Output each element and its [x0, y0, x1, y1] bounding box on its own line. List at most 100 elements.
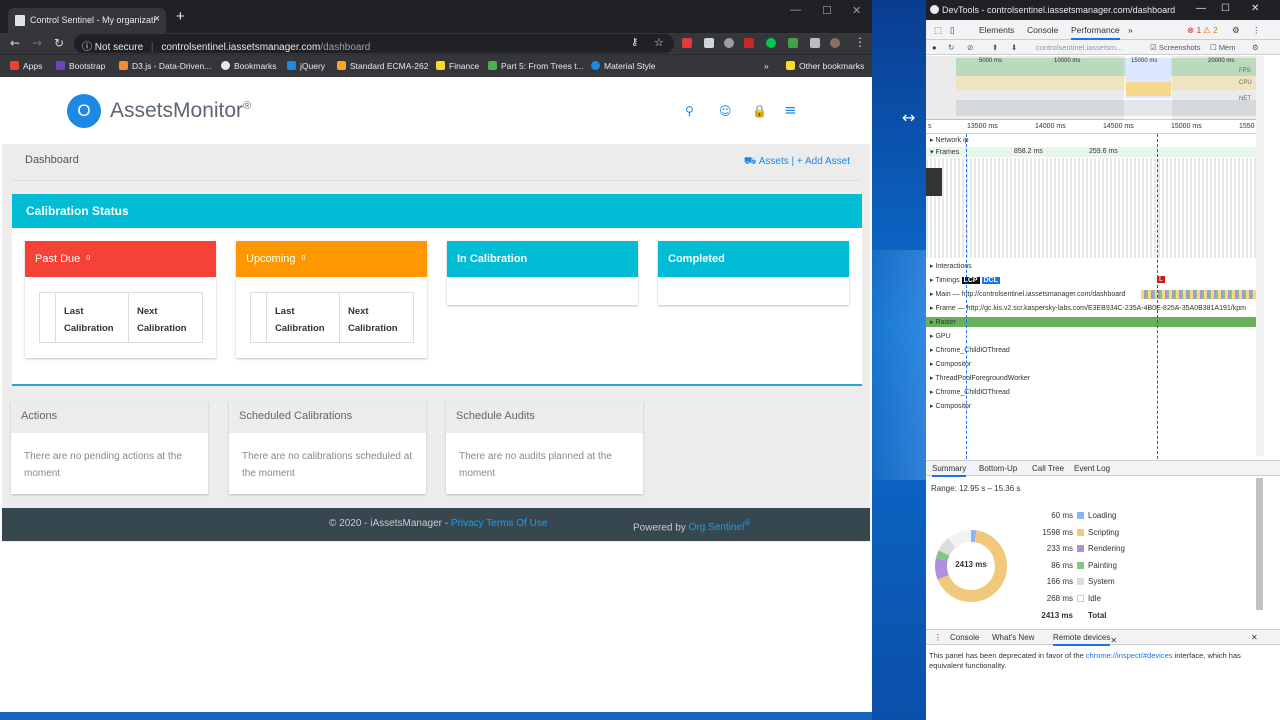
extension-icon[interactable] — [744, 38, 754, 48]
drawer-tab-remote-devices[interactable]: Remote devices ✕ — [1053, 633, 1117, 646]
frames-track[interactable]: ▾ Frames — [930, 148, 959, 156]
tab-event-log[interactable]: Event Log — [1074, 464, 1110, 473]
summary-scrollbar[interactable] — [1256, 478, 1263, 610]
load-marker[interactable]: L — [1157, 276, 1165, 283]
in-calibration-header[interactable]: In Calibration — [447, 241, 638, 277]
back-icon[interactable]: ← — [10, 36, 20, 50]
browser-tab[interactable]: Control Sentinel - My organizati × — [8, 8, 166, 33]
forward-icon[interactable]: → — [32, 36, 42, 50]
basket-icon[interactable]: ⛟ — [744, 156, 757, 167]
upcoming-header[interactable]: Upcoming 0 — [236, 241, 427, 277]
minimize-icon[interactable]: — — [1196, 3, 1206, 14]
assets-link[interactable]: Assets — [759, 156, 789, 167]
info-icon[interactable]: ⓘ — [82, 42, 95, 53]
extension-icon[interactable] — [766, 38, 776, 48]
panel-title: Actions — [11, 401, 208, 433]
extension-icon[interactable] — [788, 38, 798, 48]
reload-icon[interactable]: ↻ — [54, 36, 64, 50]
maximize-icon[interactable]: ☐ — [1221, 3, 1230, 14]
network-track[interactable]: ▸ Network ip — [930, 136, 969, 144]
recording-selector[interactable]: controlsentinel.iassetsm... — [1036, 43, 1122, 52]
bookmark-jquery[interactable]: jQuery — [287, 61, 325, 71]
bookmark-part5[interactable]: Part 5: From Trees t... — [488, 61, 584, 71]
upcoming-table: Last Calibration Next Calibration — [250, 292, 414, 343]
more-tabs-icon[interactable]: » — [1128, 25, 1133, 35]
reload-record-icon[interactable]: ↻ — [948, 43, 954, 52]
star-icon[interactable]: ☆ — [654, 36, 664, 49]
terms-link[interactable]: Terms Of Use — [486, 518, 547, 529]
more-bookmarks-icon[interactable]: » — [764, 61, 769, 71]
tab-bottom-up[interactable]: Bottom-Up — [979, 464, 1017, 473]
capture-settings-icon[interactable]: ⚙ — [1252, 43, 1259, 52]
timeline-scrollbar[interactable] — [1256, 56, 1264, 456]
drawer-tab-console[interactable]: Console — [950, 633, 979, 642]
completed-header[interactable]: Completed — [658, 241, 849, 277]
bookmark-bookmarks[interactable]: Bookmarks — [221, 61, 277, 71]
tab-elements[interactable]: Elements — [979, 25, 1014, 35]
lock-icon[interactable]: 🔒 — [752, 104, 767, 118]
new-tab-button[interactable]: + — [176, 8, 185, 25]
drawer-tab-whats-new[interactable]: What's New — [992, 633, 1034, 642]
tab-call-tree[interactable]: Call Tree — [1032, 464, 1064, 473]
address-bar[interactable]: ⓘ Not secure | controlsentinel.iassetsma… — [74, 34, 674, 53]
hamburger-menu-icon[interactable]: ≡ — [784, 101, 797, 119]
past-due-header[interactable]: Past Due 0 — [25, 241, 216, 277]
add-asset-link[interactable]: Add Asset — [805, 156, 850, 167]
tab-summary[interactable]: Summary — [932, 464, 967, 477]
timeline-overview[interactable]: 5000 ms 10000 ms 15000 ms 20000 ms FPS C… — [926, 56, 1256, 120]
key-icon[interactable]: ⚷ — [631, 37, 638, 48]
angular-extension-icon[interactable] — [682, 38, 692, 48]
search-icon[interactable]: ⚲ — [685, 104, 694, 118]
bookmark-d3[interactable]: D3.js - Data-Driven... — [119, 61, 211, 71]
tab-console[interactable]: Console — [1027, 25, 1058, 35]
menu-dots-icon[interactable]: ⋮ — [1252, 25, 1261, 36]
record-icon[interactable]: ● — [932, 43, 937, 52]
logo-text[interactable]: AssetsMonitor® — [110, 99, 251, 123]
bookmark-finance[interactable]: Finance — [436, 61, 479, 71]
screenshot-filmstrip[interactable] — [926, 158, 1256, 258]
bookmark-material[interactable]: Material Style — [591, 61, 656, 71]
thread-track[interactable]: ▸ Chrome_ChildIOThread — [930, 346, 1010, 354]
gpu-track[interactable]: ▸ GPU — [930, 332, 951, 340]
settings-gear-icon[interactable]: ⚙ — [1232, 25, 1240, 36]
minimize-icon[interactable]: — — [790, 4, 801, 16]
bookmark-bootstrap[interactable]: Bootstrap — [56, 61, 105, 71]
error-count[interactable]: ⊗ 1 — [1187, 25, 1201, 36]
clear-icon[interactable]: ⊘ — [967, 43, 973, 52]
raster-track[interactable]: ▸ Raster — [930, 318, 956, 326]
frame-track[interactable]: ▸ Frame — http://gc.kis.v2.scr.kaspersky… — [930, 304, 1246, 312]
inspect-element-icon[interactable]: ⬚ — [934, 25, 942, 36]
user-icon[interactable]: ☺ — [719, 104, 732, 118]
maximize-icon[interactable]: ☐ — [822, 4, 832, 17]
logo-badge[interactable]: O — [67, 94, 101, 128]
drawer-menu-icon[interactable]: ⋮ — [934, 633, 942, 642]
extension-icon[interactable] — [704, 38, 714, 48]
org-sentinel-link[interactable]: Org Sentinel® — [689, 518, 751, 533]
thread-track[interactable]: ▸ ThreadPoolForegroundWorker — [930, 374, 1030, 382]
bookmark-ecma[interactable]: Standard ECMA-262 — [337, 61, 428, 71]
thread-track[interactable]: ▸ Chrome_ChildIOThread — [930, 388, 1010, 396]
main-thread-track[interactable]: ▸ Main — http://controlsentinel.iassetsm… — [930, 290, 1126, 298]
puzzle-extensions-icon[interactable] — [810, 38, 820, 48]
close-window-icon[interactable]: ✕ — [1251, 3, 1259, 14]
warning-count[interactable]: ⚠ 2 — [1203, 25, 1218, 36]
extension-icon[interactable] — [724, 38, 734, 48]
flame-chart[interactable]: ▸ Network ip ▾ Frames 858.2 ms 259.6 ms … — [926, 134, 1256, 459]
upload-icon[interactable]: ⬆ — [992, 43, 998, 52]
close-drawer-icon[interactable]: ✕ — [1251, 633, 1258, 642]
inspect-devices-link[interactable]: chrome://inspect/#devices — [1086, 651, 1173, 660]
legend-label: Rendering — [1088, 544, 1125, 554]
bookmark-apps[interactable]: Apps — [10, 61, 42, 71]
close-window-icon[interactable]: ✕ — [852, 4, 861, 17]
screenshots-checkbox[interactable]: ☑ Screenshots — [1150, 43, 1201, 52]
menu-dots-icon[interactable]: ⋮ — [854, 35, 866, 49]
memory-checkbox[interactable]: ☐ Mem — [1210, 43, 1235, 52]
timings-track[interactable]: ▸ Timings LCP DCL — [930, 276, 1000, 284]
close-tab-icon[interactable]: × — [154, 13, 160, 25]
profile-avatar[interactable] — [830, 38, 840, 48]
download-icon[interactable]: ⬇ — [1011, 43, 1017, 52]
privacy-link[interactable]: Privacy — [451, 518, 484, 529]
bookmark-other[interactable]: Other bookmarks — [786, 61, 864, 71]
tab-performance[interactable]: Performance — [1071, 25, 1120, 40]
device-toolbar-icon[interactable]: ▯ — [950, 25, 955, 36]
